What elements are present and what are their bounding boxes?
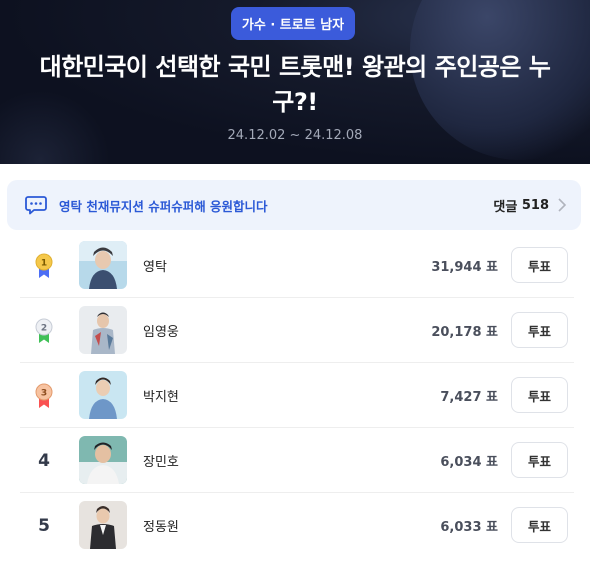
rank-number: 4 xyxy=(38,450,50,471)
vote-count: 20,178 표 xyxy=(431,325,498,340)
rank-badge: 1 xyxy=(30,233,58,298)
artist-photo[interactable] xyxy=(79,306,127,354)
artist-photo[interactable] xyxy=(79,371,127,419)
ranking-row: 2 임영웅 20,178 표 투표 xyxy=(20,298,574,363)
rank-badge: 3 xyxy=(30,363,58,428)
artist-name: 영탁 xyxy=(143,260,167,275)
vote-count: 7,427 표 xyxy=(440,390,498,405)
comments-label: 댓글 xyxy=(493,199,518,215)
gold-medal-icon: 1 xyxy=(35,253,53,278)
ranking-row: 1 영탁 31,944 표 투표 xyxy=(20,233,574,298)
artist-name: 박지현 xyxy=(143,390,179,405)
rank-label: 5 xyxy=(30,493,58,558)
vote-button[interactable]: 투표 xyxy=(511,442,568,478)
rank-badge: 2 xyxy=(30,298,58,363)
rank-number: 2 xyxy=(41,323,47,333)
vote-count: 6,034 표 xyxy=(440,455,498,470)
rank-label: 4 xyxy=(30,428,58,493)
vote-button[interactable]: 투표 xyxy=(511,312,568,348)
support-message: 영탁 천재뮤지션 슈퍼슈퍼해 응원합니다 xyxy=(59,198,268,214)
vote-button[interactable]: 투표 xyxy=(511,247,568,283)
bronze-medal-icon: 3 xyxy=(35,383,53,408)
rank-number: 1 xyxy=(41,258,47,268)
vote-period: 24.12.02 ~ 24.12.08 xyxy=(227,128,363,143)
vote-count: 31,944 표 xyxy=(431,260,498,275)
page-title: 대한민국이 선택한 국민 트롯맨! 왕관의 주인공은 누구?! xyxy=(39,53,551,116)
vote-button[interactable]: 투표 xyxy=(511,377,568,413)
artist-name: 장민호 xyxy=(143,455,179,470)
rank-number: 5 xyxy=(38,515,50,536)
comments-count: 518 xyxy=(521,197,549,213)
hero-banner: 가수 · 트로트 남자 대한민국이 선택한 국민 트롯맨! 왕관의 주인공은 누… xyxy=(0,0,590,164)
ranking-row: 4 장민호 6,034 표 투표 xyxy=(20,428,574,493)
ranking-row: 3 박지현 7,427 표 투표 xyxy=(20,363,574,428)
artist-name: 임영웅 xyxy=(143,325,179,340)
ranking-list: 1 영탁 31,944 표 투표 2 임영웅 20,178 표 투표 3 박지현… xyxy=(20,233,574,558)
chevron-right-icon xyxy=(558,198,567,212)
ranking-row: 5 정동원 6,033 표 투표 xyxy=(20,493,574,558)
silver-medal-icon: 2 xyxy=(35,318,53,343)
vote-button[interactable]: 투표 xyxy=(511,507,568,543)
category-chip[interactable]: 가수 · 트로트 남자 xyxy=(231,7,355,40)
artist-photo[interactable] xyxy=(79,436,127,484)
vote-count: 6,033 표 xyxy=(440,520,498,535)
chat-bubble-icon xyxy=(25,196,47,215)
comments-link[interactable]: 댓글 518 xyxy=(493,196,567,215)
support-message-banner[interactable]: 영탁 천재뮤지션 슈퍼슈퍼해 응원합니다 댓글 518 xyxy=(7,180,581,230)
artist-photo[interactable] xyxy=(79,241,127,289)
artist-photo[interactable] xyxy=(79,501,127,549)
rank-number: 3 xyxy=(41,388,47,398)
artist-name: 정동원 xyxy=(143,520,179,535)
